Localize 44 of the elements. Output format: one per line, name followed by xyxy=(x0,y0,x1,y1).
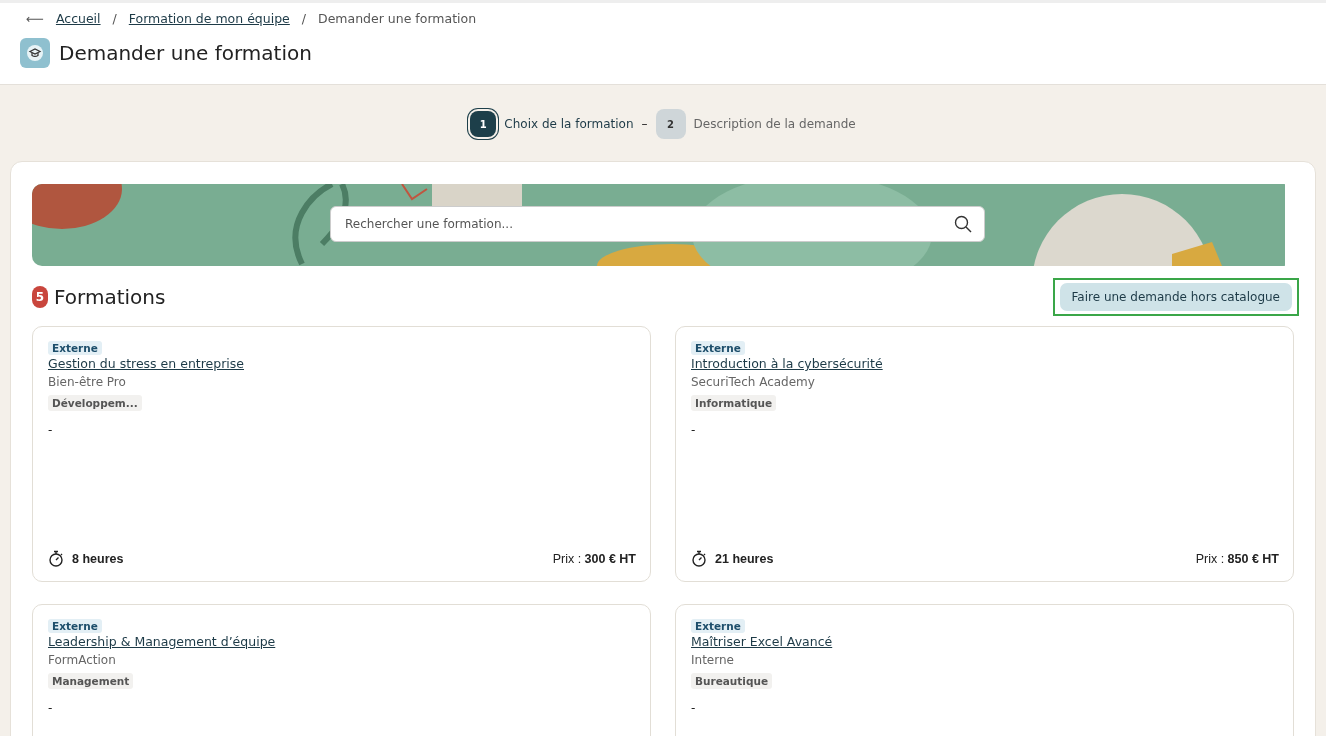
provider-name: FormAction xyxy=(48,653,117,667)
type-badge: Externe xyxy=(691,341,745,355)
breadcrumb-link[interactable]: Accueil xyxy=(55,11,101,26)
search-icon[interactable] xyxy=(954,215,972,233)
step-separator: – xyxy=(641,117,648,131)
type-badge: Externe xyxy=(48,341,102,355)
formation-title-link[interactable]: Gestion du stress en entreprise xyxy=(48,356,244,371)
page-title: Demander une formation xyxy=(59,41,312,65)
formation-title-link[interactable]: Introduction à la cybersécurité xyxy=(691,356,883,371)
provider-name: Interne xyxy=(691,653,735,667)
provider-name: Bien-être Pro xyxy=(48,375,127,389)
formation-title-link[interactable]: Leadership & Management d’équipe xyxy=(48,634,276,649)
formation-description: - xyxy=(48,423,54,437)
step-number[interactable]: 2 xyxy=(655,109,686,139)
duration-text: 8 heures xyxy=(72,551,124,566)
stopwatch-icon xyxy=(48,550,64,567)
breadcrumb-separator: / xyxy=(301,11,307,26)
formation-title-link[interactable]: Maîtriser Excel Avancé xyxy=(691,634,833,649)
price-text: Prix : 850 € HT xyxy=(1195,551,1279,566)
price-text: Prix : 300 € HT xyxy=(552,551,636,566)
type-badge: Externe xyxy=(48,619,102,633)
provider-name: SecuriTech Academy xyxy=(691,375,816,389)
search-field[interactable]: Rechercher une formation... xyxy=(330,206,985,242)
breadcrumb-separator: / xyxy=(112,11,117,26)
breadcrumb-link[interactable]: Formation de mon équipe xyxy=(128,11,290,26)
back-arrow-link[interactable]: ⟵ xyxy=(26,11,44,26)
category-tag: Management xyxy=(48,673,134,689)
stopwatch-icon xyxy=(691,550,707,567)
duration-text: 21 heures xyxy=(715,551,774,566)
category-tag: Informatique xyxy=(691,395,777,411)
formation-description: - xyxy=(691,701,697,715)
graduation-cap-icon xyxy=(20,38,50,68)
formation-description: - xyxy=(691,423,697,437)
step-label[interactable]: Choix de la formation xyxy=(504,117,634,131)
step-number[interactable]: 1 xyxy=(470,111,497,137)
off-catalogue-request-button[interactable]: Faire une demande hors catalogue xyxy=(1059,283,1292,311)
type-badge: Externe xyxy=(691,619,745,633)
step-label[interactable]: Description de la demande xyxy=(693,117,856,131)
formation-description: - xyxy=(48,701,54,715)
category-tag: Développem... xyxy=(48,395,142,411)
breadcrumb-current: Demander une formation xyxy=(318,11,477,26)
count-badge: 5 xyxy=(32,286,48,308)
category-tag: Bureautique xyxy=(691,673,773,689)
section-title: Formations xyxy=(54,285,166,309)
